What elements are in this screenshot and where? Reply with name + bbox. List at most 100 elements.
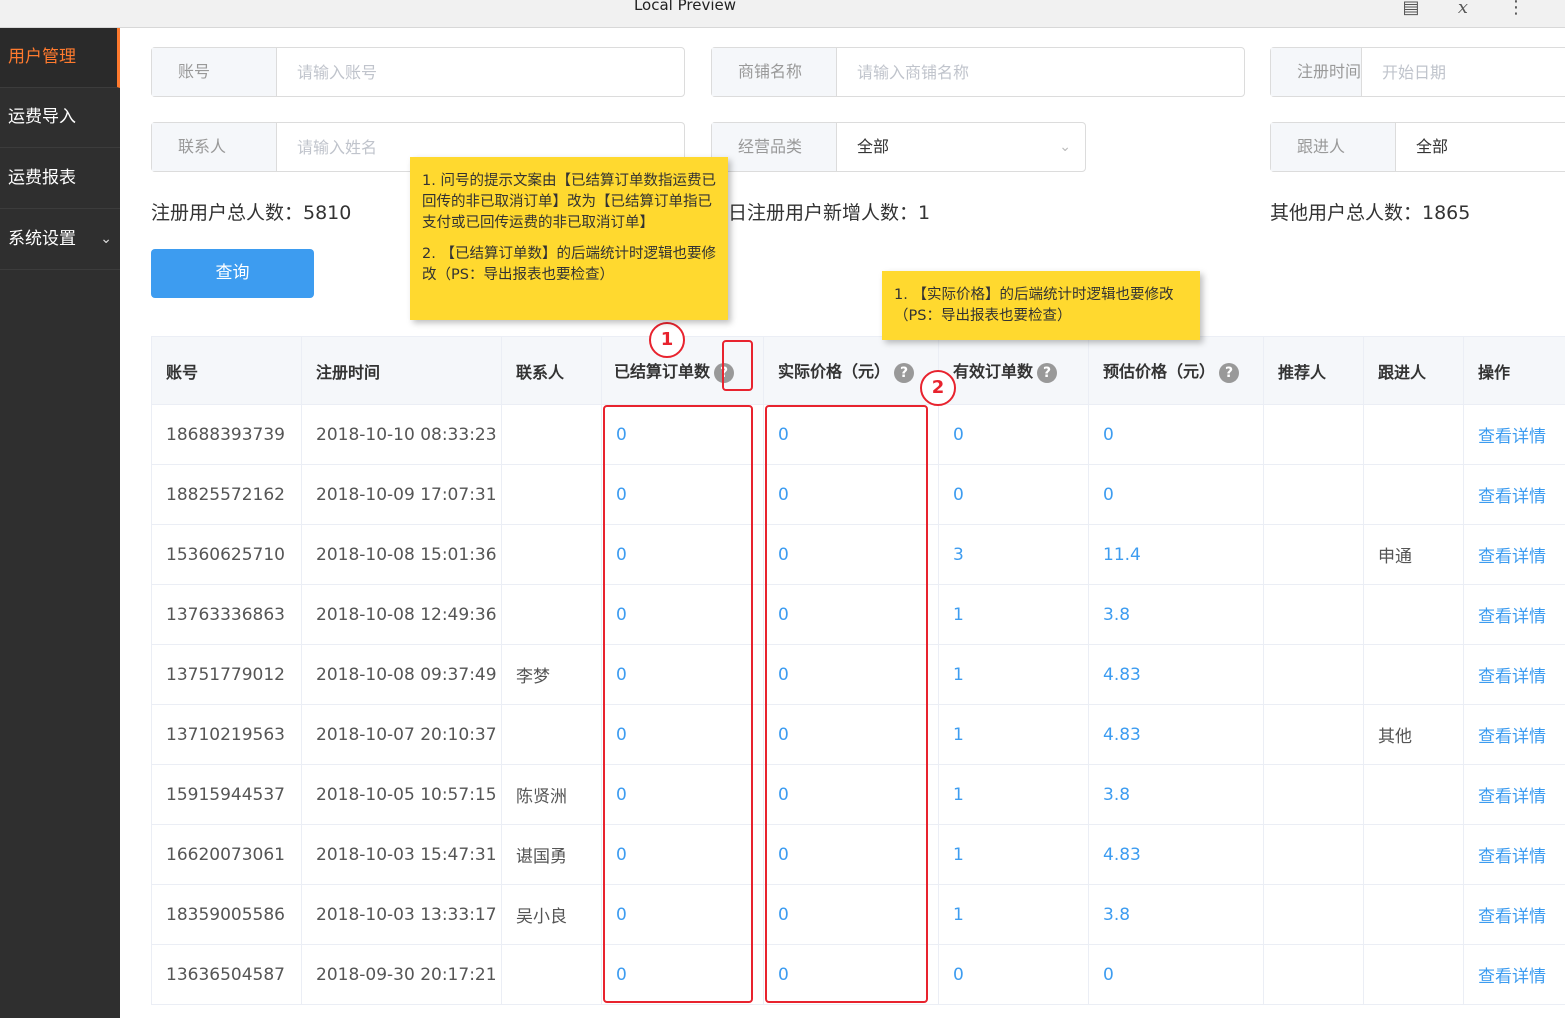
- cell-reg-time: 2018-10-08 15:01:36: [301, 524, 502, 585]
- reg-time-label: 注册时间: [1271, 48, 1363, 96]
- cell-estimated-price: 3.8: [1088, 584, 1264, 645]
- cell-account: 13710219563: [151, 704, 302, 765]
- cell-estimated-price: 4.83: [1088, 824, 1264, 885]
- cell-valid-orders: 1: [938, 644, 1089, 705]
- col-estimated-price: 预估价格（元）?: [1088, 336, 1264, 405]
- cell-referrer: [1263, 704, 1364, 765]
- cell-reg-time: 2018-10-07 20:10:37: [301, 704, 502, 765]
- cell-follower: [1363, 644, 1464, 705]
- cell-contact: [501, 944, 602, 1005]
- header-label: 账号: [166, 362, 199, 382]
- follower-label: 跟进人: [1271, 123, 1396, 171]
- view-details-link[interactable]: 查看详情: [1463, 524, 1565, 585]
- sidebar-item-freight-import[interactable]: 运费导入: [0, 88, 120, 148]
- annotation-box-actual-price: [765, 405, 928, 1003]
- cell-estimated-price: 3.8: [1088, 764, 1264, 825]
- header-label: 实际价格（元）: [778, 362, 891, 382]
- other-users-stat: 其他用户总人数：1865: [1270, 202, 1471, 224]
- view-details-link[interactable]: 查看详情: [1463, 764, 1565, 825]
- view-details-link[interactable]: 查看详情: [1463, 884, 1565, 945]
- contact-label: 联系人: [152, 123, 277, 171]
- col-actual-price: 实际价格（元）?: [763, 336, 939, 405]
- cell-follower: [1363, 584, 1464, 645]
- sidebar-item-freight-report[interactable]: 运费报表: [0, 149, 120, 209]
- view-details-link[interactable]: 查看详情: [1463, 404, 1565, 465]
- col-account: 账号: [151, 336, 302, 405]
- cell-contact: [501, 524, 602, 585]
- document-icon[interactable]: ▤: [1398, 0, 1424, 22]
- header-label: 预估价格（元）: [1103, 362, 1216, 382]
- query-button[interactable]: 查询: [151, 249, 314, 298]
- cell-valid-orders: 0: [938, 404, 1089, 465]
- cell-referrer: [1263, 884, 1364, 945]
- shop-name-input[interactable]: [837, 48, 1244, 96]
- cell-contact: [501, 584, 602, 645]
- cell-contact: [501, 404, 602, 465]
- cell-account: 15915944537: [151, 764, 302, 825]
- chevron-down-icon: ⌄: [1059, 139, 1071, 155]
- sidebar-item-system-settings[interactable]: 系统设置 ⌄: [0, 210, 120, 270]
- view-details-link[interactable]: 查看详情: [1463, 584, 1565, 645]
- shop-label: 商铺名称: [712, 48, 837, 96]
- chevron-down-icon: ⌄: [100, 231, 112, 247]
- cell-referrer: [1263, 524, 1364, 585]
- category-select[interactable]: 全部 ⌄: [837, 123, 1085, 171]
- cell-valid-orders: 0: [938, 464, 1089, 525]
- cell-valid-orders: 1: [938, 584, 1089, 645]
- cell-reg-time: 2018-10-09 17:07:31: [301, 464, 502, 525]
- col-actions: 操作: [1463, 336, 1565, 405]
- cell-contact: 李梦: [501, 644, 602, 705]
- view-details-link[interactable]: 查看详情: [1463, 464, 1565, 525]
- sidebar-item-label: 运费导入: [8, 107, 76, 127]
- cell-account: 13636504587: [151, 944, 302, 1005]
- cell-estimated-price: 4.83: [1088, 704, 1264, 765]
- cell-referrer: [1263, 824, 1364, 885]
- sidebar-item-label: 运费报表: [8, 168, 76, 188]
- col-valid-orders: 有效订单数?: [938, 336, 1089, 405]
- total-users-stat: 注册用户总人数：5810: [151, 202, 352, 224]
- cell-follower: 其他: [1363, 704, 1464, 765]
- cell-reg-time: 2018-10-03 15:47:31: [301, 824, 502, 885]
- cell-account: 18359005586: [151, 884, 302, 945]
- view-details-link[interactable]: 查看详情: [1463, 644, 1565, 705]
- sidebar-item-user-management[interactable]: 用户管理: [0, 28, 120, 88]
- cell-referrer: [1263, 464, 1364, 525]
- help-icon[interactable]: ?: [1219, 362, 1240, 383]
- function-icon[interactable]: x: [1450, 0, 1476, 22]
- account-label: 账号: [152, 48, 277, 96]
- more-options-icon[interactable]: ⋮: [1503, 0, 1529, 22]
- cell-reg-time: 2018-09-30 20:17:21: [301, 944, 502, 1005]
- cell-contact: 吴小良: [501, 884, 602, 945]
- cell-estimated-price: 0: [1088, 944, 1264, 1005]
- cell-follower: [1363, 824, 1464, 885]
- cell-valid-orders: 3: [938, 524, 1089, 585]
- annotation-marker-2: 2: [920, 370, 956, 406]
- account-input[interactable]: [277, 48, 684, 96]
- cell-account: 15360625710: [151, 524, 302, 585]
- note-1-line-1: 1. 问号的提示文案由【已结算订单数指运费已回传的非已取消订单】改为【已结算订单…: [422, 173, 716, 231]
- cell-follower: [1363, 884, 1464, 945]
- note-2-line-1: 1. 【实际价格】的后端统计时逻辑也要修改（PS：导出报表也要检查）: [894, 287, 1174, 324]
- cell-valid-orders: 1: [938, 704, 1089, 765]
- help-icon[interactable]: ?: [894, 362, 915, 383]
- cell-follower: [1363, 464, 1464, 525]
- header-label: 联系人: [516, 362, 565, 382]
- header-label: 注册时间: [316, 362, 381, 382]
- cell-account: 18825572162: [151, 464, 302, 525]
- follower-select[interactable]: 全部: [1396, 123, 1565, 171]
- view-details-link[interactable]: 查看详情: [1463, 824, 1565, 885]
- view-details-link[interactable]: 查看详情: [1463, 704, 1565, 765]
- cell-estimated-price: 4.83: [1088, 644, 1264, 705]
- cell-follower: [1363, 404, 1464, 465]
- sidebar-item-label: 系统设置: [8, 229, 76, 249]
- reg-time-filter: 注册时间: [1270, 47, 1565, 97]
- start-date-input[interactable]: [1362, 48, 1565, 96]
- account-filter: 账号: [151, 47, 685, 97]
- header-label: 已结算订单数: [614, 362, 711, 382]
- view-details-link[interactable]: 查看详情: [1463, 944, 1565, 1005]
- cell-valid-orders: 1: [938, 764, 1089, 825]
- cell-valid-orders: 0: [938, 944, 1089, 1005]
- help-icon[interactable]: ?: [1037, 362, 1058, 383]
- cell-estimated-price: 0: [1088, 464, 1264, 525]
- sticky-note-2: 1. 【实际价格】的后端统计时逻辑也要修改（PS：导出报表也要检查）: [882, 271, 1200, 340]
